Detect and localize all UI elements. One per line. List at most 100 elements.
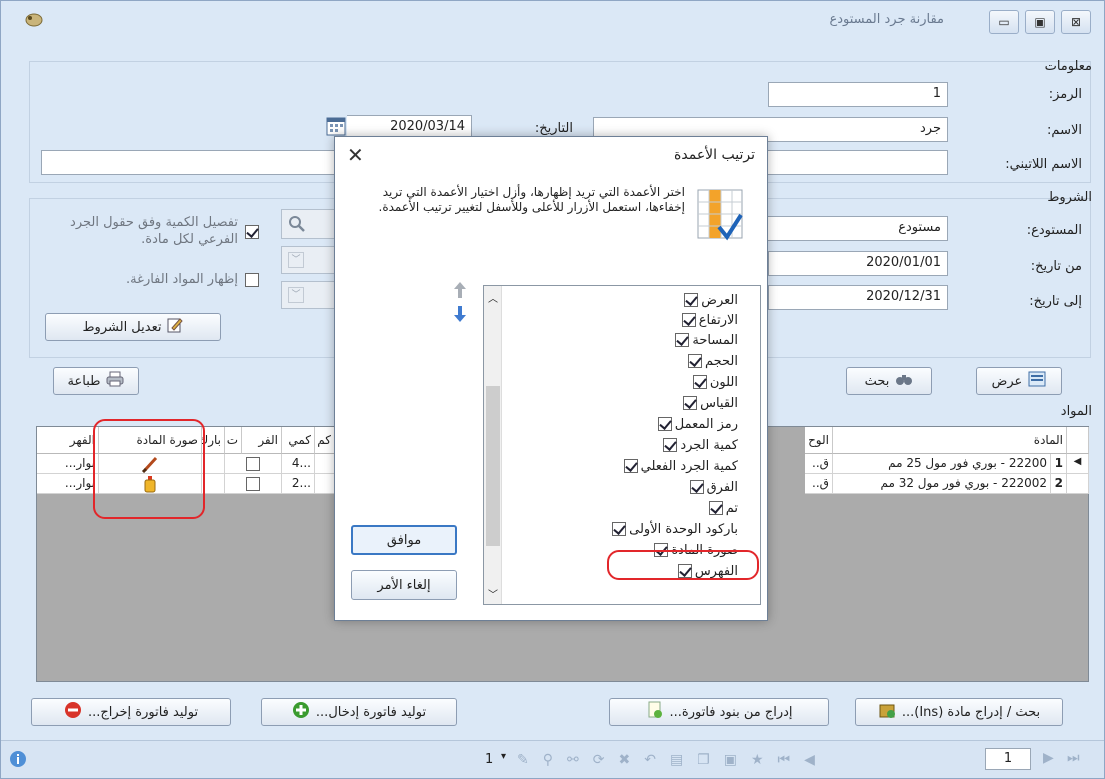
move-down-icon[interactable] — [453, 305, 467, 326]
item-checkbox[interactable] — [683, 396, 698, 410]
close-icon[interactable]: ✕ — [347, 143, 364, 167]
scroll-thumb[interactable] — [486, 386, 500, 546]
list-item[interactable]: الحجم — [687, 352, 738, 370]
app-icon[interactable] — [23, 9, 45, 31]
item-checkbox[interactable] — [623, 459, 638, 473]
link-icon[interactable]: ⚯ — [567, 752, 579, 768]
column-quantity[interactable]: كمي — [282, 427, 315, 454]
to-date-field[interactable]: 2020/12/31 — [768, 285, 948, 310]
minimize-button[interactable]: ▭ — [989, 10, 1019, 34]
edit-icon[interactable]: ✎ — [517, 752, 529, 768]
cell-barcode[interactable] — [202, 474, 225, 494]
column-difference[interactable]: الفر — [242, 427, 282, 454]
cell-done[interactable] — [225, 454, 282, 474]
scroll-down-icon[interactable]: ﹀ — [488, 586, 498, 601]
list-scrollbar[interactable]: ︿ ﹀ — [484, 286, 502, 604]
to-date-picker[interactable]: ﹀ — [281, 281, 337, 309]
list-item[interactable]: العرض — [684, 291, 738, 309]
list-item[interactable]: تم — [708, 499, 738, 517]
cell-barcode[interactable] — [202, 454, 225, 474]
move-up-icon[interactable] — [453, 281, 467, 302]
status-bar: 1 ▾ ✎ ⚲ ⚯ ⟳ ✖ ↶ ▤ ❐ ▣ ★ ⏮ ◀ 1 ▶ ⏭ — [1, 740, 1104, 778]
list-item[interactable]: الفرق — [689, 478, 738, 496]
document-add-icon — [646, 701, 664, 723]
first-record-icon[interactable]: ⏮ — [778, 752, 791, 768]
display-button[interactable]: عرض — [976, 367, 1062, 395]
close-button[interactable]: ⊠ — [1061, 10, 1091, 34]
search-insert-material-button[interactable]: بحث / إدراج مادة (Ins)... — [855, 698, 1063, 726]
from-date-field[interactable]: 2020/01/01 — [768, 251, 948, 276]
from-date-picker[interactable]: ﹀ — [281, 246, 337, 274]
cell-quantity[interactable]: ...4 — [282, 454, 315, 474]
new-record-icon[interactable]: ▤ — [670, 752, 683, 768]
delete-icon[interactable]: ✖ — [618, 752, 630, 768]
last-record-icon[interactable]: ⏭ — [1067, 750, 1080, 766]
list-item[interactable]: كمية الجرد الفعلي — [623, 457, 738, 475]
cell-index[interactable]: بوار... — [37, 474, 99, 494]
item-checkbox[interactable] — [675, 333, 690, 347]
search-button[interactable]: بحث — [846, 367, 932, 395]
list-item[interactable]: رمز المعمل — [657, 415, 738, 433]
item-checkbox[interactable] — [689, 480, 704, 494]
refresh-icon[interactable]: ⟳ — [593, 752, 605, 768]
cell-material[interactable]: 22200 - بوري فور مول 25 مم — [833, 454, 1051, 474]
generate-in-invoice-button[interactable]: توليد فاتورة إدخال... — [261, 698, 457, 726]
column-done[interactable]: ت — [225, 427, 242, 454]
edit-conditions-button[interactable]: تعديل الشروط — [45, 313, 221, 341]
cell-quantity-2[interactable] — [315, 454, 335, 474]
ok-button[interactable]: موافق — [351, 525, 457, 555]
column-index[interactable]: الفهر — [37, 427, 99, 454]
item-checkbox[interactable] — [612, 522, 627, 536]
generate-out-invoice-button[interactable]: توليد فاتورة إخراج... — [31, 698, 231, 726]
print-button[interactable]: طباعة — [53, 367, 139, 395]
column-quantity-2[interactable]: كم — [315, 427, 335, 454]
restore-button[interactable]: ▣ — [1025, 10, 1055, 34]
insert-from-invoice-button[interactable]: إدراج من بنود فاتورة... — [609, 698, 829, 726]
code-field[interactable]: 1 — [768, 82, 948, 107]
item-checkbox[interactable] — [684, 293, 699, 307]
magnifier-icon — [288, 215, 306, 236]
warehouse-search-button[interactable] — [281, 209, 337, 239]
item-checkbox[interactable] — [708, 501, 723, 515]
list-item[interactable]: اللون — [692, 373, 738, 391]
list-item[interactable]: كمية الجرد — [663, 436, 738, 454]
cell-material[interactable]: 222002 - بوري فور مول 32 مم — [833, 474, 1051, 494]
cell-quantity-2[interactable] — [315, 474, 335, 494]
show-empty-checkbox[interactable] — [245, 273, 259, 287]
undo-icon[interactable]: ↶ — [644, 752, 656, 768]
cell-done[interactable] — [225, 474, 282, 494]
star-icon[interactable]: ★ — [751, 752, 764, 768]
filter-icon[interactable]: ⚲ — [543, 752, 553, 768]
item-checkbox[interactable] — [692, 375, 707, 389]
row-checkbox[interactable] — [246, 476, 260, 491]
list-item[interactable]: باركود الوحدة الأولى — [612, 520, 738, 538]
chevron-down-icon: ﹀ — [288, 287, 304, 303]
chevron-down-icon[interactable]: ▾ — [501, 751, 506, 762]
row-header — [1067, 474, 1089, 494]
column-barcode[interactable]: بارك — [202, 427, 225, 454]
item-checkbox[interactable] — [687, 354, 702, 368]
list-item[interactable]: الارتفاع — [681, 311, 738, 329]
item-checkbox[interactable] — [663, 438, 678, 452]
scroll-up-icon[interactable]: ︿ — [488, 290, 498, 305]
detail-quantity-checkbox[interactable] — [245, 225, 259, 239]
copy-icon[interactable]: ❐ — [697, 752, 710, 768]
list-item[interactable]: المساحة — [675, 331, 738, 349]
column-material[interactable]: المادة — [833, 427, 1067, 454]
cancel-button[interactable]: إلغاء الأمر — [351, 570, 457, 600]
page-number-field[interactable]: 1 — [985, 748, 1031, 770]
save-icon[interactable]: ▣ — [724, 752, 737, 768]
cell-quantity[interactable]: ...2 — [282, 474, 315, 494]
next-record-icon[interactable]: ▶ — [1043, 750, 1054, 766]
cell-unit[interactable]: ق.. — [805, 454, 833, 474]
cell-unit[interactable]: ق.. — [805, 474, 833, 494]
cell-index[interactable]: بوار... — [37, 454, 99, 474]
previous-record-icon[interactable]: ◀ — [804, 752, 815, 768]
item-checkbox[interactable] — [657, 417, 672, 431]
column-unit[interactable]: الوح — [805, 427, 833, 454]
list-item[interactable]: القياس — [683, 394, 738, 412]
cell-row-number: 1 — [1051, 454, 1067, 474]
row-checkbox[interactable] — [246, 456, 260, 471]
date-label: التاريخ: — [534, 121, 573, 136]
item-checkbox[interactable] — [681, 313, 696, 327]
